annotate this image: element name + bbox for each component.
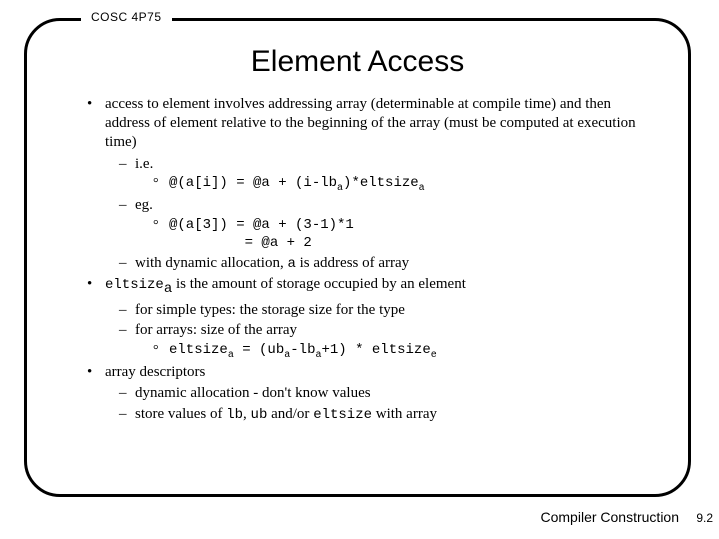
sub-bullet: for arrays: size of the array [57,321,658,340]
sub-bullet: eg. [57,196,658,215]
bullet-1: access to element involves addressing ar… [57,95,658,153]
page-number: 9.2 [696,511,713,525]
footer-text: Compiler Construction [541,509,680,525]
slide-content: access to element involves addressing ar… [57,95,658,424]
bullet-2: eltsizea is the amount of storage occupi… [57,275,658,299]
code-line-cont: = @a + 2 [57,235,658,253]
sub-bullet: store values of lb, ub and/or eltsize wi… [57,405,658,425]
slide-frame: COSC 4P75 Element Access access to eleme… [24,18,691,497]
code-line: @(a[i]) = @a + (i-lba)*eltsizea [57,175,658,196]
sub-bullet: dynamic allocation - don't know values [57,384,658,403]
course-tag: COSC 4P75 [81,10,172,24]
sub-bullet: for simple types: the storage size for t… [57,301,658,320]
sub-bullet: with dynamic allocation, a is address of… [57,254,658,274]
sub-bullet: i.e. [57,155,658,174]
bullet-3: array descriptors [57,363,658,382]
code-line: @(a[3]) = @a + (3-1)*1 [57,217,658,235]
code-line: eltsizea = (uba-lba+1) * eltsizee [57,342,658,363]
slide-title: Element Access [57,45,658,79]
